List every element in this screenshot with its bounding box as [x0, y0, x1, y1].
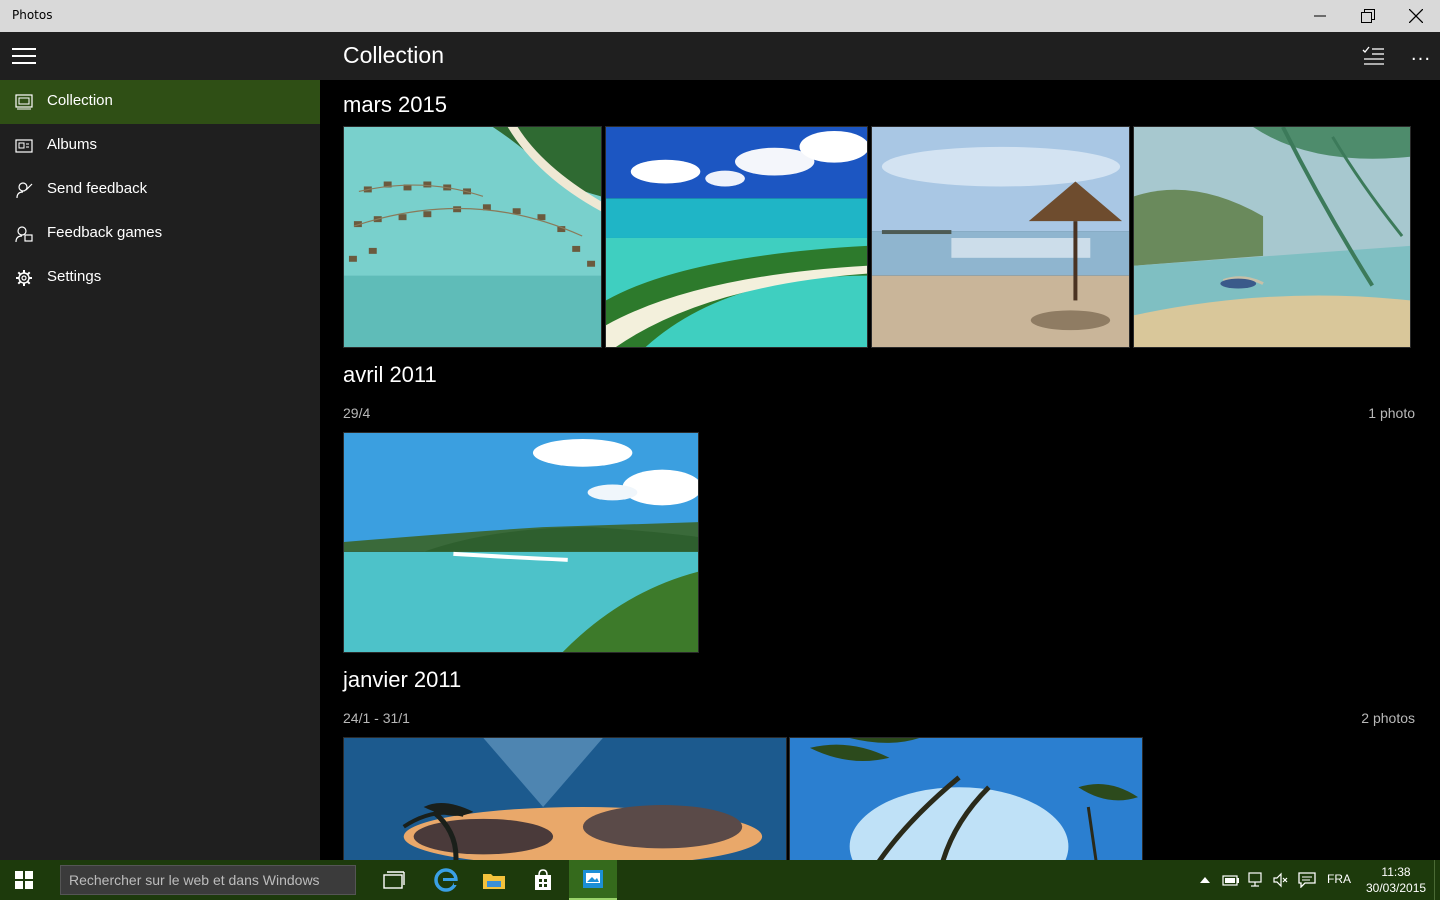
hamburger-menu-button[interactable] [0, 32, 48, 80]
photo-tile[interactable] [343, 432, 699, 653]
group-date-range: 29/4 [343, 405, 371, 421]
title-bar: Photos [0, 0, 1440, 32]
painted-seascape-image [1134, 127, 1410, 347]
aerial-beach-island-image [606, 127, 867, 347]
store-icon [535, 869, 551, 890]
more-options-button[interactable]: ... [1408, 44, 1434, 70]
feedback-games-icon [14, 225, 34, 243]
photos-app-icon [583, 870, 603, 888]
battery-tray[interactable] [1222, 871, 1240, 889]
sidebar-item-label: Collection [47, 92, 113, 109]
sidebar-item-settings[interactable]: Settings [0, 256, 320, 300]
whitehaven-beach-image [344, 433, 698, 652]
edge-browser-button[interactable] [422, 860, 470, 900]
group-photo-count: 1 photo [1368, 405, 1415, 421]
select-button[interactable] [1360, 42, 1388, 70]
sidebar-item-label: Settings [47, 268, 102, 285]
beach-parasol-image [872, 127, 1129, 347]
task-view-button[interactable] [370, 860, 418, 900]
show-hidden-icons-button[interactable] [1196, 871, 1214, 889]
sidebar-item-label: Albums [47, 136, 98, 153]
action-center-button[interactable] [1298, 871, 1316, 889]
sidebar-item-label: Send feedback [47, 180, 148, 197]
sidebar: Collection Albums Send feedback Feedback… [0, 32, 320, 860]
show-desktop-button[interactable] [1434, 860, 1440, 900]
task-view-icon [383, 871, 405, 889]
chevron-up-icon [1200, 877, 1210, 883]
page-header: Collection ... [320, 32, 1440, 80]
restore-button[interactable] [1345, 0, 1391, 32]
sidebar-item-label: Feedback games [47, 224, 163, 241]
volume-tray[interactable] [1271, 871, 1289, 889]
photo-tile[interactable] [1133, 126, 1411, 348]
file-explorer-icon [483, 874, 505, 889]
taskbar: FRA 11:38 30/03/2015 [0, 860, 1440, 900]
search-input[interactable] [61, 866, 355, 894]
language-indicator[interactable]: FRA [1327, 872, 1351, 886]
gear-icon [14, 269, 34, 287]
photo-tile[interactable] [789, 737, 1143, 860]
palm-trees-sky-image [790, 738, 1142, 860]
photos-app-button[interactable] [569, 860, 617, 900]
store-button[interactable] [519, 860, 567, 900]
sidebar-item-feedback-games[interactable]: Feedback games [0, 212, 320, 256]
group-title: mars 2015 [343, 92, 447, 117]
photo-tile[interactable] [605, 126, 868, 348]
file-explorer-button[interactable] [470, 860, 518, 900]
hamburger-icon [12, 48, 36, 64]
sidebar-item-albums[interactable]: Albums [0, 124, 320, 168]
battery-icon [1222, 875, 1239, 886]
album-icon [14, 137, 34, 155]
close-button[interactable] [1393, 0, 1439, 32]
feedback-icon [14, 181, 34, 199]
overwater-bungalows-image [344, 127, 601, 347]
notification-icon [1298, 872, 1316, 888]
windows-logo-icon [15, 871, 33, 889]
network-icon [1248, 872, 1262, 887]
sunset-palm-image [344, 738, 786, 860]
clock-date: 30/03/2015 [1366, 881, 1427, 895]
minimize-button[interactable] [1297, 0, 1343, 32]
photo-tile[interactable] [871, 126, 1130, 348]
volume-muted-icon [1273, 872, 1288, 888]
page-title: Collection [343, 42, 444, 68]
select-checklist-icon [1362, 46, 1384, 65]
group-photo-count: 2 photos [1361, 710, 1415, 726]
group-date-range: 24/1 - 31/1 [343, 710, 410, 726]
minimize-icon [1314, 15, 1326, 17]
clock[interactable]: 11:38 30/03/2015 [1366, 864, 1426, 896]
edge-browser-icon [434, 868, 458, 892]
clock-time: 11:38 [1381, 865, 1411, 879]
taskbar-search[interactable] [60, 865, 356, 895]
group-title: janvier 2011 [343, 667, 462, 692]
network-tray[interactable] [1247, 871, 1265, 889]
window-title: Photos [12, 8, 53, 22]
sidebar-item-send-feedback[interactable]: Send feedback [0, 168, 320, 212]
group-title: avril 2011 [343, 362, 437, 387]
close-icon [1409, 9, 1423, 23]
collection-content[interactable]: mars 2015 avril 2011 29/4 1 photo janvie… [320, 80, 1440, 860]
start-button[interactable] [0, 860, 48, 900]
collection-icon [14, 93, 34, 111]
restore-icon [1361, 9, 1375, 23]
photo-tile[interactable] [343, 737, 787, 860]
sidebar-item-collection[interactable]: Collection [0, 80, 320, 124]
photo-tile[interactable] [343, 126, 602, 348]
